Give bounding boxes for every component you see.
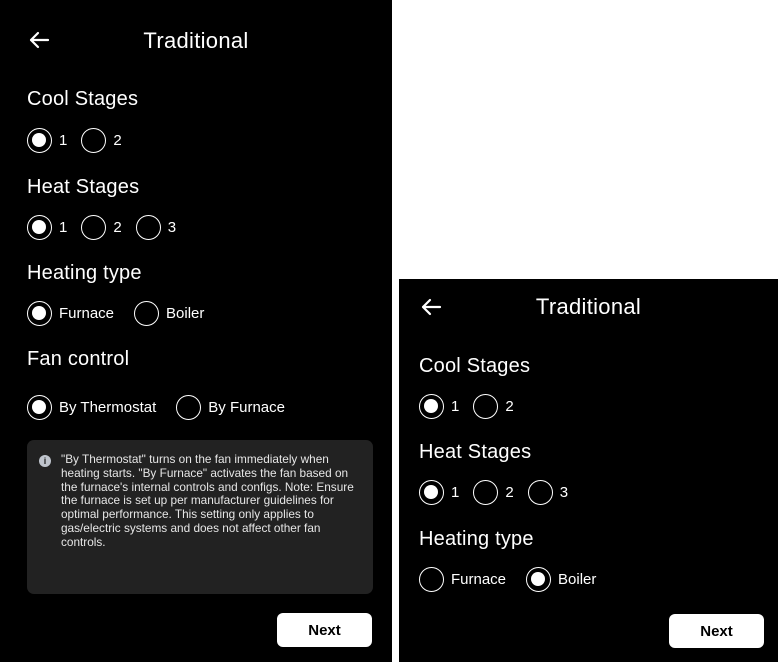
- cool-stage-option-2[interactable]: 2: [81, 127, 122, 153]
- option-label: 1: [451, 397, 460, 415]
- heat-stages-radio-group: 1 2 3: [419, 477, 582, 507]
- thermostat-setup-screen-left: Traditional Cool Stages 1 2 Heat Stages …: [0, 0, 392, 662]
- heating-type-option-furnace[interactable]: Furnace: [27, 300, 115, 326]
- page-title: Traditional: [143, 28, 249, 53]
- fan-control-label: Fan control: [27, 348, 130, 370]
- option-label: 1: [59, 131, 68, 149]
- heat-stages-label: Heat Stages: [419, 441, 532, 463]
- fan-control-option-thermostat[interactable]: By Thermostat: [27, 394, 157, 420]
- heat-stage-option-1[interactable]: 1: [419, 479, 460, 505]
- option-label: Boiler: [166, 304, 205, 322]
- heating-type-radio-group: Furnace Boiler: [419, 564, 610, 594]
- heat-stage-option-3[interactable]: 3: [135, 214, 177, 240]
- option-label: Boiler: [558, 570, 597, 588]
- option-label: Furnace: [451, 570, 507, 588]
- page-title: Traditional: [535, 294, 642, 319]
- cool-stages-radio-group: 1 2: [27, 125, 136, 155]
- radio-selected-icon: [27, 394, 52, 420]
- option-label: 3: [167, 218, 177, 236]
- option-label: 3: [559, 483, 569, 501]
- fan-control-info-box: i "By Thermostat" turns on the fan immed…: [27, 440, 373, 594]
- option-label: By Thermostat: [59, 398, 157, 416]
- heat-stage-option-3[interactable]: 3: [527, 479, 569, 505]
- radio-unselected-icon: [473, 393, 499, 419]
- radio-unselected-icon: [176, 394, 202, 420]
- fan-control-radio-group: By Thermostat By Furnace: [27, 392, 299, 422]
- heating-type-radio-group: Furnace Boiler: [27, 298, 218, 328]
- radio-unselected-icon: [81, 214, 107, 240]
- radio-unselected-icon: [473, 479, 499, 505]
- next-button[interactable]: Next: [669, 614, 764, 648]
- radio-unselected-icon: [134, 300, 160, 326]
- cool-stage-option-1[interactable]: 1: [419, 393, 460, 419]
- radio-unselected-icon: [81, 127, 107, 153]
- next-button[interactable]: Next: [277, 613, 372, 647]
- info-text: "By Thermostat" turns on the fan immedia…: [61, 452, 354, 549]
- option-label: 2: [113, 131, 122, 149]
- option-label: Furnace: [59, 304, 115, 322]
- radio-selected-icon: [27, 300, 52, 326]
- cool-stages-label: Cool Stages: [419, 355, 531, 377]
- heating-type-option-boiler[interactable]: Boiler: [134, 300, 205, 326]
- radio-unselected-icon: [419, 566, 444, 592]
- heat-stages-radio-group: 1 2 3: [27, 212, 190, 242]
- heating-type-option-furnace[interactable]: Furnace: [419, 566, 507, 592]
- radio-selected-icon: [526, 566, 552, 592]
- radio-selected-icon: [419, 479, 444, 505]
- info-icon: i: [39, 455, 51, 467]
- radio-selected-icon: [27, 127, 52, 153]
- heat-stage-option-2[interactable]: 2: [81, 214, 122, 240]
- heat-stages-label: Heat Stages: [27, 176, 140, 198]
- heat-stage-option-2[interactable]: 2: [473, 479, 514, 505]
- option-label: 1: [451, 483, 460, 501]
- heating-type-label: Heating type: [27, 262, 142, 284]
- radio-unselected-icon: [527, 479, 553, 505]
- fan-control-option-furnace[interactable]: By Furnace: [176, 394, 285, 420]
- heating-type-option-boiler[interactable]: Boiler: [526, 566, 597, 592]
- heating-type-label: Heating type: [419, 528, 534, 550]
- option-label: 1: [59, 218, 68, 236]
- option-label: By Furnace: [208, 398, 285, 416]
- option-label: 2: [113, 218, 122, 236]
- radio-unselected-icon: [135, 214, 161, 240]
- option-label: 2: [505, 397, 514, 415]
- cool-stages-label: Cool Stages: [27, 88, 139, 110]
- radio-selected-icon: [27, 214, 52, 240]
- cool-stages-radio-group: 1 2: [419, 391, 528, 421]
- thermostat-setup-screen-right: Traditional Cool Stages 1 2 Heat Stages …: [399, 279, 778, 662]
- option-label: 2: [505, 483, 514, 501]
- radio-selected-icon: [419, 393, 444, 419]
- heat-stage-option-1[interactable]: 1: [27, 214, 68, 240]
- cool-stage-option-2[interactable]: 2: [473, 393, 514, 419]
- cool-stage-option-1[interactable]: 1: [27, 127, 68, 153]
